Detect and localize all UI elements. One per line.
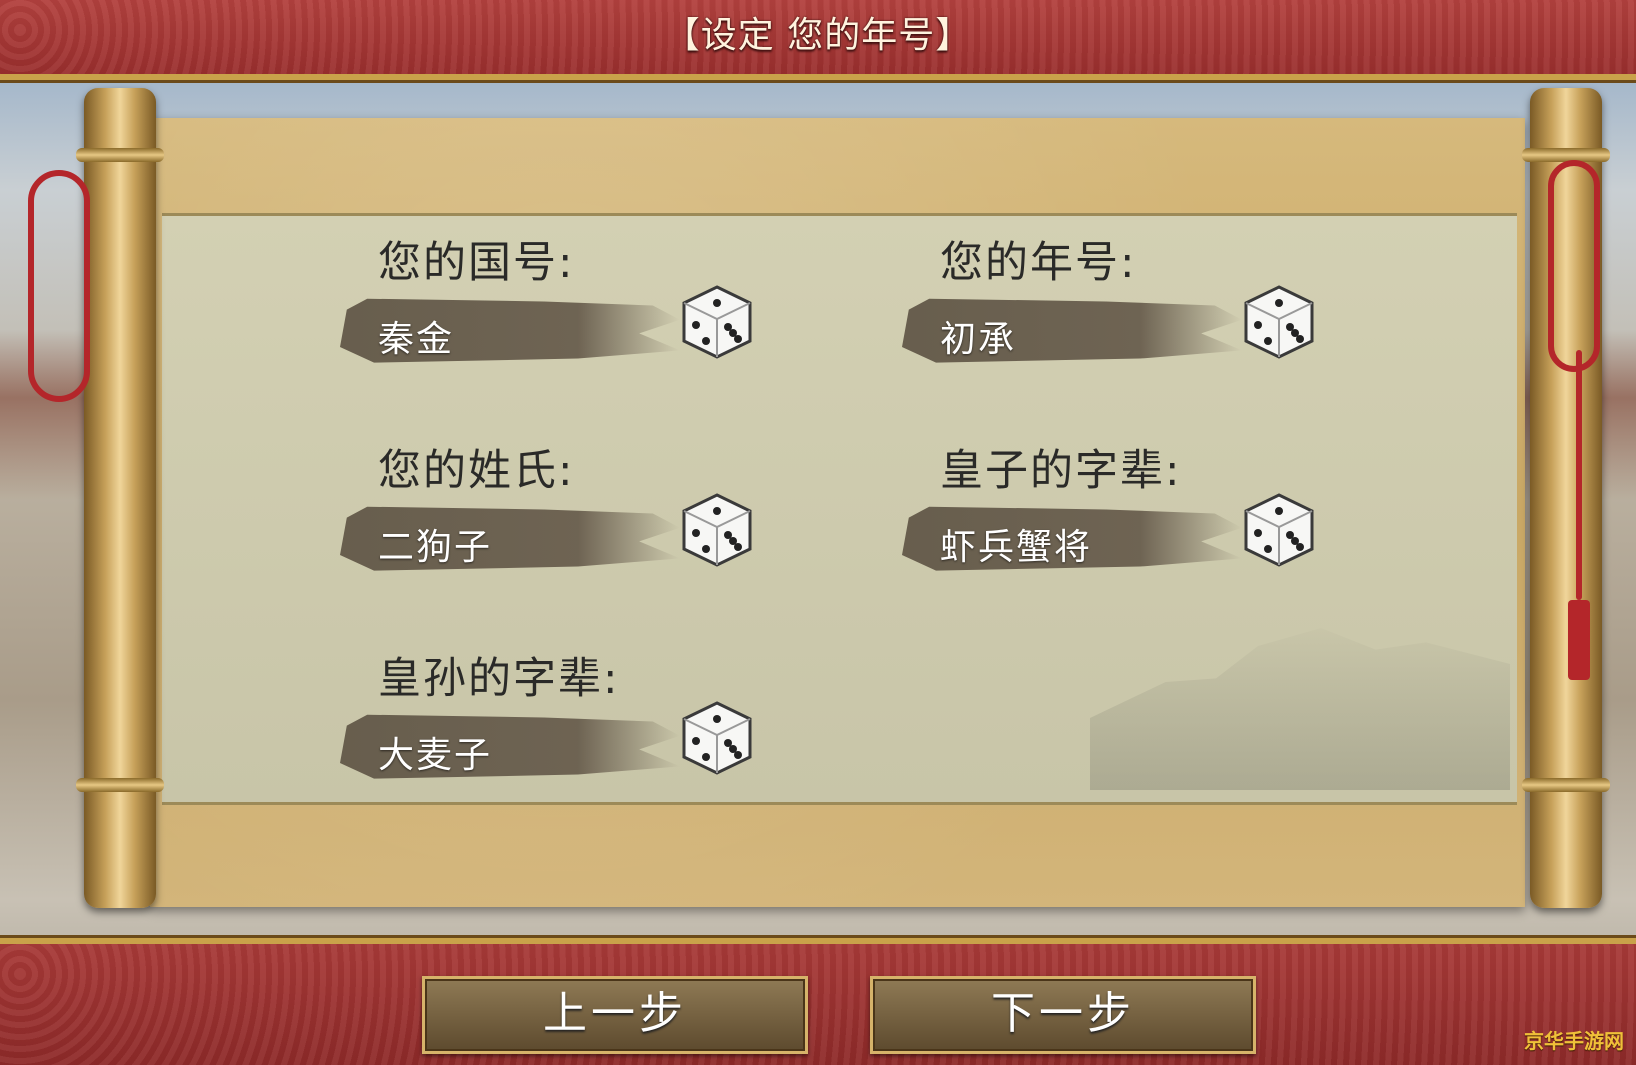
- surname-input[interactable]: 二狗子: [378, 518, 492, 570]
- scroll-roller-left: [76, 88, 164, 908]
- tassel-end-right: [1568, 600, 1590, 680]
- era-name-label: 您的年号:: [940, 238, 1137, 288]
- randomize-grandson-dice-icon[interactable]: [678, 699, 756, 777]
- prince-generation-label: 皇子的字辈:: [940, 446, 1182, 496]
- country-name-label: 您的国号:: [378, 238, 575, 288]
- randomize-country-dice-icon[interactable]: [678, 283, 756, 361]
- page-title: 【设定 您的年号】: [663, 15, 973, 56]
- tassel-cord-right: [1576, 350, 1582, 600]
- tassel-left-icon: [28, 170, 90, 402]
- country-name-input[interactable]: 秦金: [378, 310, 454, 362]
- watermark-logo: 京华手游网: [1524, 1029, 1624, 1053]
- prince-generation-input[interactable]: 虾兵蟹将: [940, 518, 1092, 570]
- next-step-button[interactable]: 下一步: [870, 976, 1256, 1054]
- grandson-generation-input[interactable]: 大麦子: [378, 726, 492, 778]
- surname-label: 您的姓氏:: [378, 446, 575, 496]
- randomize-era-dice-icon[interactable]: [1240, 283, 1318, 361]
- randomize-prince-dice-icon[interactable]: [1240, 491, 1318, 569]
- era-name-input[interactable]: 初承: [940, 310, 1016, 362]
- bottom-banner: [0, 938, 1636, 1065]
- grandson-generation-label: 皇孙的字辈:: [378, 654, 620, 704]
- tassel-right-icon: [1548, 160, 1600, 372]
- randomize-surname-dice-icon[interactable]: [678, 491, 756, 569]
- top-banner: 【设定 您的年号】: [0, 0, 1636, 80]
- previous-step-button[interactable]: 上一步: [422, 976, 808, 1054]
